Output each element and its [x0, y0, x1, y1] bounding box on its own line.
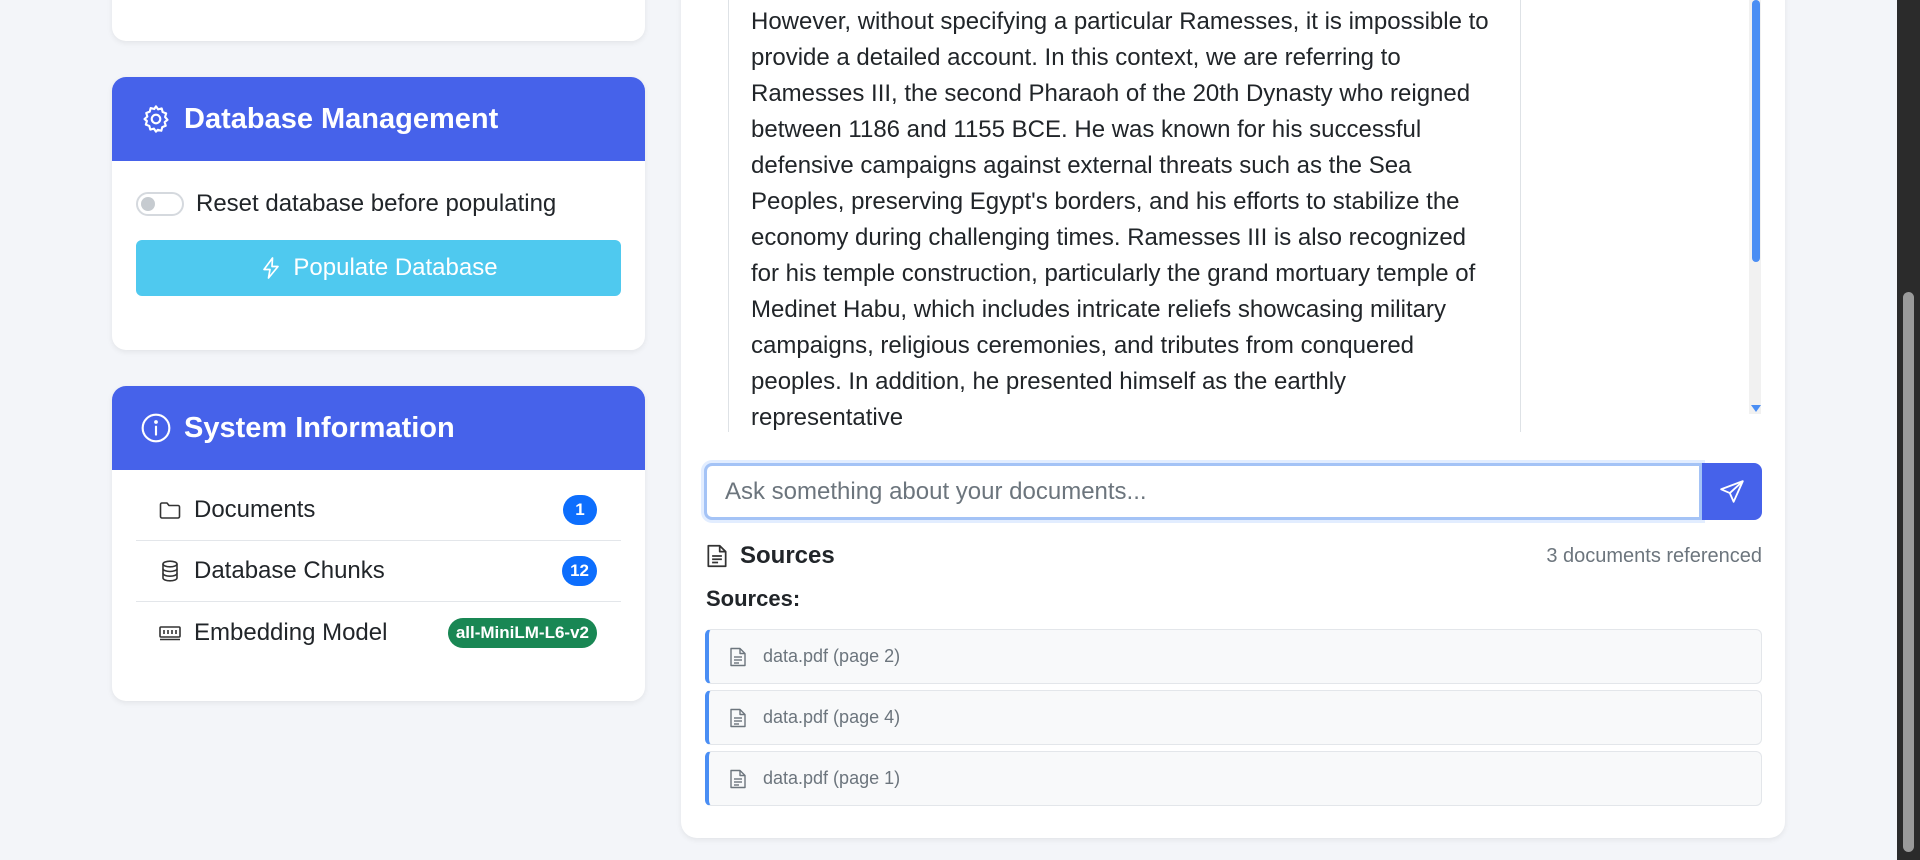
info-row-embedding-model: Embedding Model all-MiniLM-L6-v2	[136, 602, 621, 663]
gear-icon	[143, 105, 169, 133]
memory-icon	[159, 625, 181, 640]
info-row-database-chunks: Database Chunks 12	[136, 541, 621, 602]
database-management-header: Database Management	[112, 77, 645, 161]
page-scrollbar-thumb[interactable]	[1903, 292, 1914, 852]
reset-database-label: Reset database before populating	[196, 190, 557, 217]
database-management-card: Database Management Reset database befor…	[112, 77, 645, 350]
chat-scroll-down-arrow[interactable]	[1751, 405, 1761, 412]
folder-icon	[159, 502, 181, 519]
chat-scrollbar[interactable]	[1749, 0, 1761, 414]
sources-count: 3 documents referenced	[1546, 544, 1762, 567]
documents-count-badge: 1	[563, 495, 597, 525]
info-label-embedding-model: Embedding Model	[194, 618, 388, 646]
sources-label: Sources:	[706, 586, 801, 611]
source-item-label: data.pdf (page 2)	[763, 646, 901, 666]
file-icon	[730, 647, 746, 666]
info-label-database-chunks: Database Chunks	[194, 557, 385, 584]
source-item-label: data.pdf (page 1)	[763, 768, 901, 788]
info-row-documents: Documents 1	[136, 480, 621, 541]
source-item[interactable]: data.pdf (page 1)	[705, 751, 1762, 806]
source-item[interactable]: data.pdf (page 4)	[705, 690, 1762, 745]
system-information-title: System Information	[184, 411, 455, 444]
chat-input[interactable]	[704, 463, 1702, 520]
info-icon	[141, 413, 171, 443]
assistant-message-text: to the commonality of this name among th…	[751, 8, 1489, 431]
system-info-list: Documents 1 Database Chunks 12 Embedding…	[136, 480, 621, 663]
populate-database-button[interactable]: Populate Database	[136, 240, 621, 296]
populate-database-label: Populate Database	[293, 254, 498, 281]
page-scrollbar[interactable]	[1897, 0, 1920, 860]
system-information-card: System Information Documents 1 Database …	[112, 386, 645, 701]
chat-card: to the commonality of this name among th…	[681, 0, 1785, 838]
sources-title: Sources	[740, 542, 835, 569]
system-information-header: System Information	[112, 386, 645, 470]
info-label-documents: Documents	[194, 496, 316, 523]
document-icon	[707, 544, 727, 568]
lightning-icon	[263, 257, 280, 279]
chat-messages-area[interactable]: to the commonality of this name among th…	[681, 0, 1761, 432]
chunks-count-badge: 12	[562, 556, 597, 586]
send-button[interactable]	[1702, 463, 1762, 520]
source-item[interactable]: data.pdf (page 2)	[705, 629, 1762, 684]
embedding-model-badge: all-MiniLM-L6-v2	[447, 617, 597, 648]
previous-card-bottom	[112, 0, 645, 41]
send-icon	[1720, 479, 1744, 503]
reset-database-row: Reset database before populating	[136, 190, 645, 218]
chat-input-row	[704, 463, 1762, 520]
sources-header: Sources 3 documents referenced	[706, 540, 1762, 572]
database-management-title: Database Management	[184, 102, 499, 135]
reset-database-toggle[interactable]	[136, 192, 184, 216]
assistant-message: to the commonality of this name among th…	[728, 0, 1521, 432]
database-icon	[162, 560, 178, 582]
file-icon	[730, 708, 746, 727]
file-icon	[730, 769, 746, 788]
chat-scrollbar-thumb[interactable]	[1752, 0, 1760, 262]
source-item-label: data.pdf (page 4)	[763, 707, 901, 727]
